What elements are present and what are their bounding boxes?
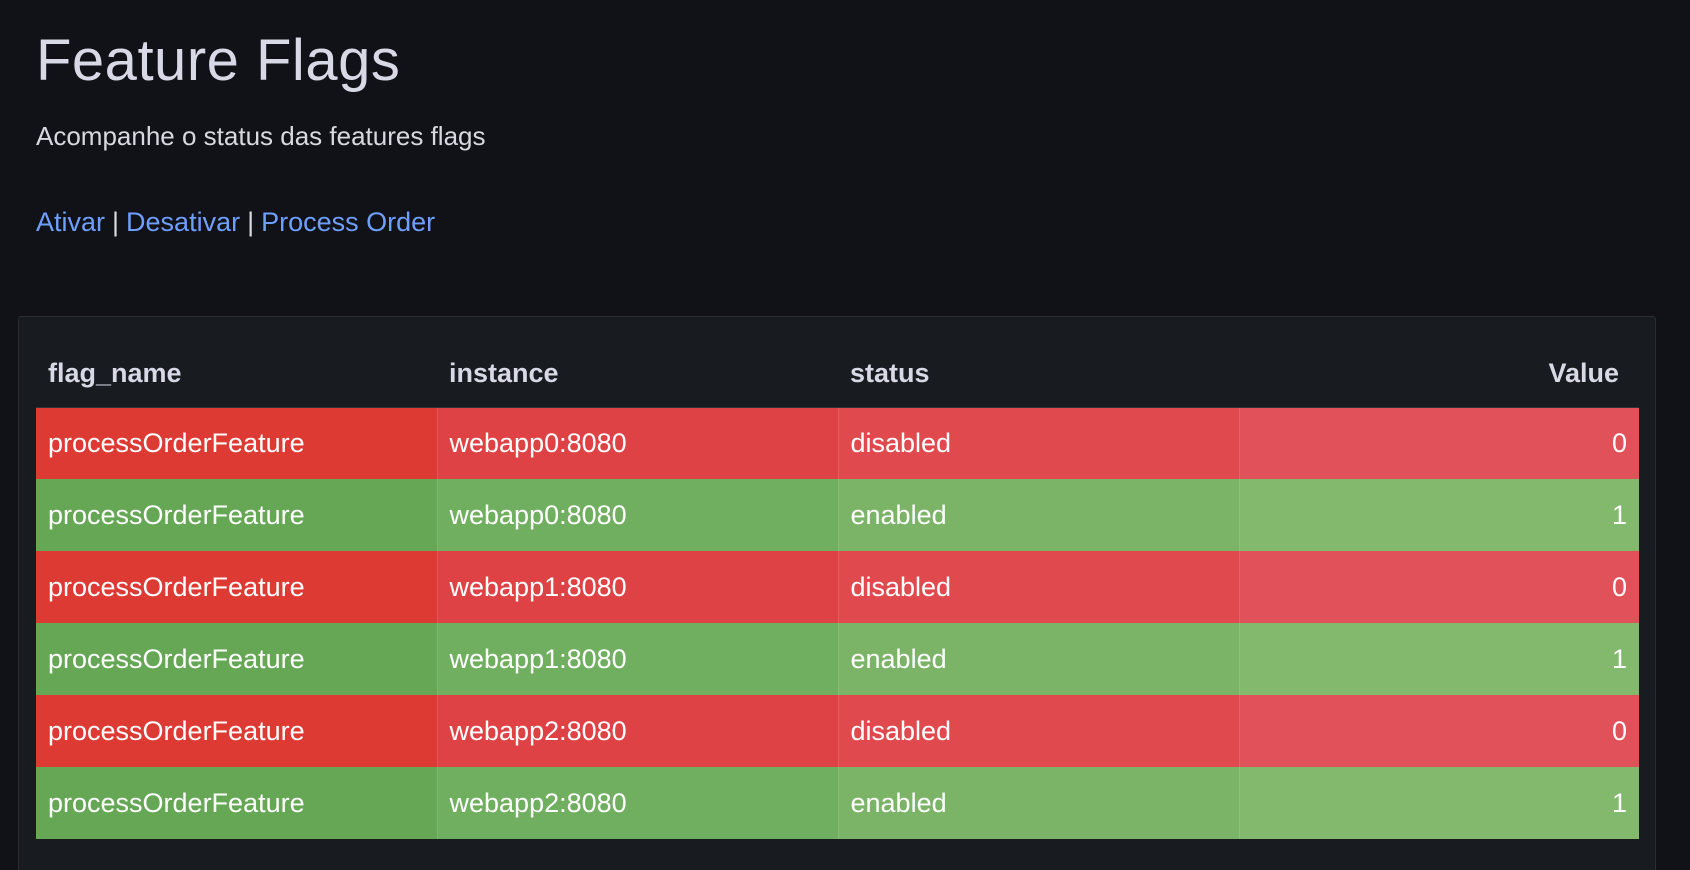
cell-flag-name: processOrderFeature bbox=[36, 767, 438, 839]
cell-value: 0 bbox=[1239, 551, 1639, 623]
cell-flag-name: processOrderFeature bbox=[36, 695, 438, 767]
table-row: processOrderFeature webapp0:8080 disable… bbox=[36, 407, 1639, 479]
cell-status: disabled bbox=[838, 695, 1240, 767]
table-row: processOrderFeature webapp1:8080 enabled… bbox=[36, 623, 1639, 695]
table-row: processOrderFeature webapp2:8080 enabled… bbox=[36, 767, 1639, 839]
table-panel: flag_name instance status Value processO… bbox=[18, 316, 1656, 870]
cell-value: 1 bbox=[1239, 767, 1639, 839]
dashboard-page: Feature Flags Acompanhe o status das fea… bbox=[0, 0, 1690, 870]
cell-status: disabled bbox=[838, 407, 1240, 479]
cell-instance: webapp2:8080 bbox=[437, 695, 839, 767]
feature-flags-table: flag_name instance status Value processO… bbox=[36, 341, 1639, 839]
column-header-value[interactable]: Value bbox=[1239, 341, 1639, 408]
cell-status: enabled bbox=[838, 623, 1240, 695]
table-row: processOrderFeature webapp2:8080 disable… bbox=[36, 695, 1639, 767]
cell-instance: webapp0:8080 bbox=[437, 407, 839, 479]
ativar-link[interactable]: Ativar bbox=[36, 207, 105, 237]
table-row: processOrderFeature webapp0:8080 enabled… bbox=[36, 479, 1639, 551]
desativar-link[interactable]: Desativar bbox=[126, 207, 240, 237]
text-panel: Feature Flags Acompanhe o status das fea… bbox=[36, 22, 1654, 240]
cell-status: disabled bbox=[838, 551, 1240, 623]
cell-value: 1 bbox=[1239, 479, 1639, 551]
link-separator: | bbox=[112, 207, 120, 237]
action-links: Ativar | Desativar | Process Order bbox=[36, 204, 1654, 240]
cell-status: enabled bbox=[838, 479, 1240, 551]
process-order-link[interactable]: Process Order bbox=[261, 207, 435, 237]
cell-instance: webapp1:8080 bbox=[437, 551, 839, 623]
link-separator: | bbox=[247, 207, 255, 237]
cell-instance: webapp1:8080 bbox=[437, 623, 839, 695]
column-header-status[interactable]: status bbox=[838, 341, 1239, 408]
cell-flag-name: processOrderFeature bbox=[36, 551, 438, 623]
cell-value: 0 bbox=[1239, 695, 1639, 767]
table-row: processOrderFeature webapp1:8080 disable… bbox=[36, 551, 1639, 623]
table-header-row: flag_name instance status Value bbox=[36, 341, 1639, 408]
cell-value: 1 bbox=[1239, 623, 1639, 695]
cell-instance: webapp2:8080 bbox=[437, 767, 839, 839]
cell-status: enabled bbox=[838, 767, 1240, 839]
column-header-instance[interactable]: instance bbox=[437, 341, 838, 408]
cell-flag-name: processOrderFeature bbox=[36, 623, 438, 695]
cell-value: 0 bbox=[1239, 407, 1639, 479]
page-subtitle: Acompanhe o status das features flags bbox=[36, 121, 486, 151]
page-title: Feature Flags bbox=[36, 28, 401, 93]
cell-flag-name: processOrderFeature bbox=[36, 479, 438, 551]
column-header-flag-name[interactable]: flag_name bbox=[36, 341, 437, 408]
cell-flag-name: processOrderFeature bbox=[36, 407, 438, 479]
cell-instance: webapp0:8080 bbox=[437, 479, 839, 551]
